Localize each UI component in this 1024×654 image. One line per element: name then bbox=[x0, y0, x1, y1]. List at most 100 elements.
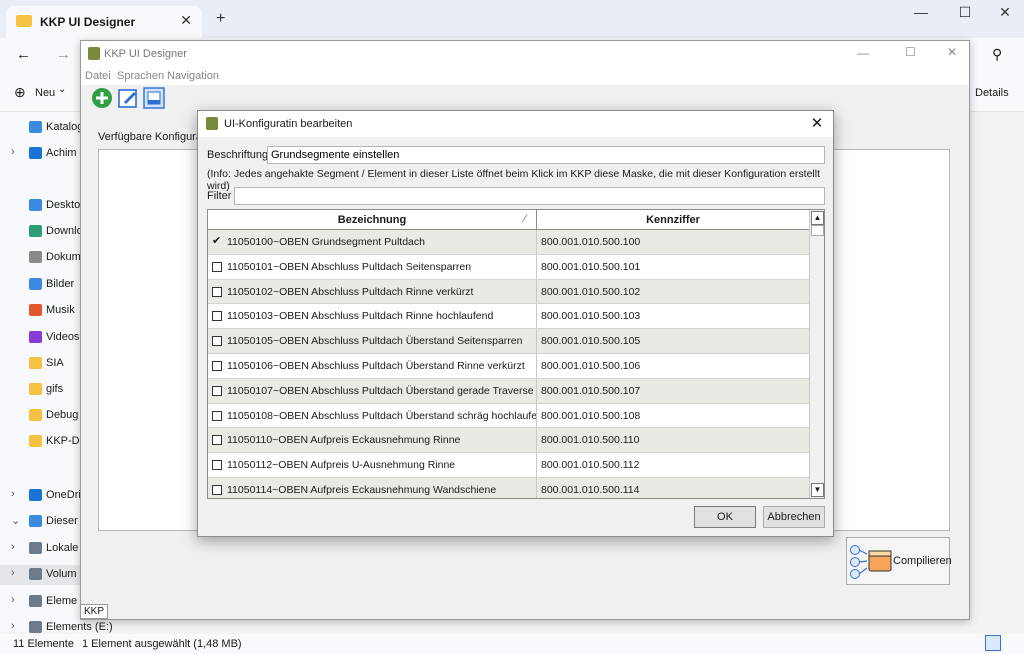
nav-item[interactable]: ⌄ Dieser P bbox=[0, 512, 80, 532]
checkbox[interactable] bbox=[212, 485, 222, 495]
sort-icon: ∕ bbox=[524, 213, 526, 225]
forward-button[interactable]: → bbox=[56, 46, 71, 63]
table-row[interactable]: 11050112~OBEN Aufpreis U-Ausnehmung Rinn… bbox=[208, 453, 809, 478]
filter-input[interactable] bbox=[234, 187, 825, 205]
close-window-button[interactable]: ✕ bbox=[990, 4, 1020, 22]
nav-item[interactable]: › Eleme bbox=[0, 592, 80, 612]
segment-grid: Bezeichnung ∕ Kennziffer ✔ 11050100~OBEN … bbox=[207, 209, 825, 499]
row-name: 11050103~OBEN Abschluss Pultdach Rinne h… bbox=[227, 310, 494, 323]
ok-button[interactable]: OK bbox=[694, 506, 756, 528]
column-header-bezeichnung[interactable]: Bezeichnung ∕ bbox=[208, 210, 537, 230]
checkbox[interactable] bbox=[212, 361, 222, 371]
folder-icon bbox=[29, 383, 42, 395]
explorer-nav-pane: Katalog › Achim - Desktop Downlo Dokum Bilder M… bbox=[0, 112, 113, 633]
nav-item[interactable]: Dokum bbox=[0, 248, 80, 268]
maximize-button[interactable]: ☐ bbox=[950, 4, 980, 22]
grid-scrollbar[interactable]: ▲ ▼ bbox=[809, 210, 824, 498]
compile-label: Compilieren bbox=[893, 555, 952, 567]
menu-sprachen[interactable]: Sprachen bbox=[117, 70, 164, 82]
table-row[interactable]: ✔ 11050100~OBEN Grundsegment Pultdach 800.… bbox=[208, 230, 809, 255]
checkbox[interactable] bbox=[212, 410, 222, 421]
table-row[interactable]: 11050108~OBEN Abschluss Pultdach Übersta… bbox=[208, 403, 809, 429]
nav-item[interactable]: Katalog bbox=[0, 118, 80, 138]
back-button[interactable]: ← bbox=[16, 46, 31, 63]
chevron-down-icon[interactable]: ⌄ bbox=[58, 84, 66, 95]
table-row[interactable]: 11050103~OBEN Abschluss Pultdach Rinne h… bbox=[208, 304, 809, 330]
row-name: 11050100~OBEN Grundsegment Pultdach bbox=[227, 236, 425, 248]
caption-field[interactable] bbox=[267, 146, 825, 164]
menu-datei[interactable]: Datei bbox=[85, 70, 111, 82]
minimize-button[interactable]: — bbox=[906, 4, 936, 22]
details-button[interactable]: Details bbox=[975, 87, 1009, 99]
table-row[interactable]: 11050101~OBEN Abschluss Pultdach Seitens… bbox=[208, 254, 809, 280]
table-row[interactable]: 11050105~OBEN Abschluss Pultdach Übersta… bbox=[208, 329, 809, 354]
checkbox[interactable] bbox=[212, 286, 222, 297]
nav-item[interactable]: › OneDriv bbox=[0, 486, 80, 506]
nav-item[interactable]: Bilder bbox=[0, 275, 80, 295]
checkbox[interactable] bbox=[212, 311, 222, 322]
add-icon[interactable] bbox=[91, 87, 113, 109]
kkp-minimize-button[interactable]: — bbox=[857, 46, 869, 60]
new-button[interactable]: Neu bbox=[35, 87, 55, 99]
nav-item[interactable]: Debug bbox=[0, 406, 80, 426]
folder-icon bbox=[29, 435, 42, 447]
chevron-icon[interactable]: › bbox=[11, 567, 15, 579]
chevron-icon[interactable]: › bbox=[11, 488, 15, 500]
checkbox[interactable] bbox=[212, 261, 222, 272]
nav-item[interactable]: › Volum bbox=[0, 565, 80, 585]
nav-item[interactable]: Downlo bbox=[0, 222, 80, 242]
nav-item[interactable]: Desktop bbox=[0, 196, 80, 216]
table-row[interactable]: 11050102~OBEN Abschluss Pultdach Rinne v… bbox=[208, 279, 809, 305]
cancel-button[interactable]: Abbrechen bbox=[763, 506, 825, 528]
checkbox[interactable] bbox=[212, 385, 222, 396]
nav-item[interactable]: › Achim - bbox=[0, 144, 80, 164]
kennziffer-cell: 800.001.010.500.100 bbox=[541, 236, 641, 248]
nav-item[interactable]: Musik bbox=[0, 301, 80, 321]
table-row[interactable]: 11050114~OBEN Aufpreis Eckausnehmung Wan… bbox=[208, 478, 809, 498]
kennziffer-cell: 800.001.010.500.101 bbox=[541, 260, 641, 273]
chevron-icon[interactable]: ⌄ bbox=[11, 514, 20, 527]
kkp-close-button[interactable]: ✕ bbox=[947, 45, 957, 59]
column-header-kennziffer[interactable]: Kennziffer bbox=[537, 210, 809, 230]
nav-item[interactable]: gifs bbox=[0, 380, 80, 400]
chevron-icon[interactable]: › bbox=[11, 594, 15, 606]
close-icon[interactable]: ✕ bbox=[807, 114, 827, 134]
explorer-tab[interactable]: KKP UI Designer ✕ bbox=[6, 6, 202, 38]
tab-close-icon[interactable]: ✕ bbox=[180, 12, 192, 29]
nav-item[interactable]: Videos bbox=[0, 328, 80, 348]
nav-item[interactable]: › Lokale bbox=[0, 539, 80, 559]
chevron-icon[interactable]: › bbox=[11, 620, 15, 632]
bezeichnung-cell: 11050102~OBEN Abschluss Pultdach Rinne v… bbox=[208, 279, 537, 304]
checkbox[interactable] bbox=[212, 435, 222, 446]
details-view-icon[interactable] bbox=[985, 635, 1001, 651]
new-tab-button[interactable]: + bbox=[216, 10, 225, 28]
scroll-up-icon[interactable]: ▲ bbox=[811, 211, 824, 225]
nav-item-label: Downlo bbox=[46, 225, 80, 237]
drive-icon bbox=[29, 568, 42, 580]
kennziffer-cell: 800.001.010.500.114 bbox=[541, 484, 640, 496]
scroll-down-icon[interactable]: ▼ bbox=[811, 483, 824, 497]
compile-button[interactable]: Compilieren bbox=[846, 537, 952, 585]
caption-label: Beschriftung bbox=[207, 149, 269, 161]
table-row[interactable]: 11050106~OBEN Abschluss Pultdach Übersta… bbox=[208, 354, 809, 379]
plus-icon[interactable]: ⊕ bbox=[14, 84, 26, 101]
menu-navigation[interactable]: Navigation bbox=[167, 70, 219, 82]
nav-item-label: Lokale bbox=[46, 542, 79, 554]
edit-icon[interactable] bbox=[117, 87, 139, 109]
tiles-view-icon[interactable] bbox=[1005, 635, 1021, 651]
search-icon[interactable]: ⚲ bbox=[992, 46, 1002, 63]
nav-item-label: Dieser P bbox=[46, 515, 80, 527]
chevron-icon[interactable]: › bbox=[11, 146, 15, 158]
chevron-icon[interactable]: › bbox=[11, 541, 15, 553]
checkbox[interactable] bbox=[212, 336, 222, 347]
checkbox[interactable] bbox=[212, 460, 222, 471]
checkbox-checked[interactable]: ✔ bbox=[212, 236, 222, 247]
kkp-maximize-button[interactable]: ☐ bbox=[905, 45, 916, 59]
video-icon bbox=[29, 331, 42, 343]
nav-item[interactable]: KKP-DII bbox=[0, 432, 80, 452]
table-row[interactable]: 11050107~OBEN Abschluss Pultdach Übersta… bbox=[208, 378, 809, 404]
scroll-thumb[interactable] bbox=[811, 225, 824, 236]
layout-icon[interactable] bbox=[143, 87, 165, 109]
table-row[interactable]: 11050110~OBEN Aufpreis Eckausnehmung Rin… bbox=[208, 428, 809, 454]
nav-item[interactable]: SIA bbox=[0, 354, 80, 374]
